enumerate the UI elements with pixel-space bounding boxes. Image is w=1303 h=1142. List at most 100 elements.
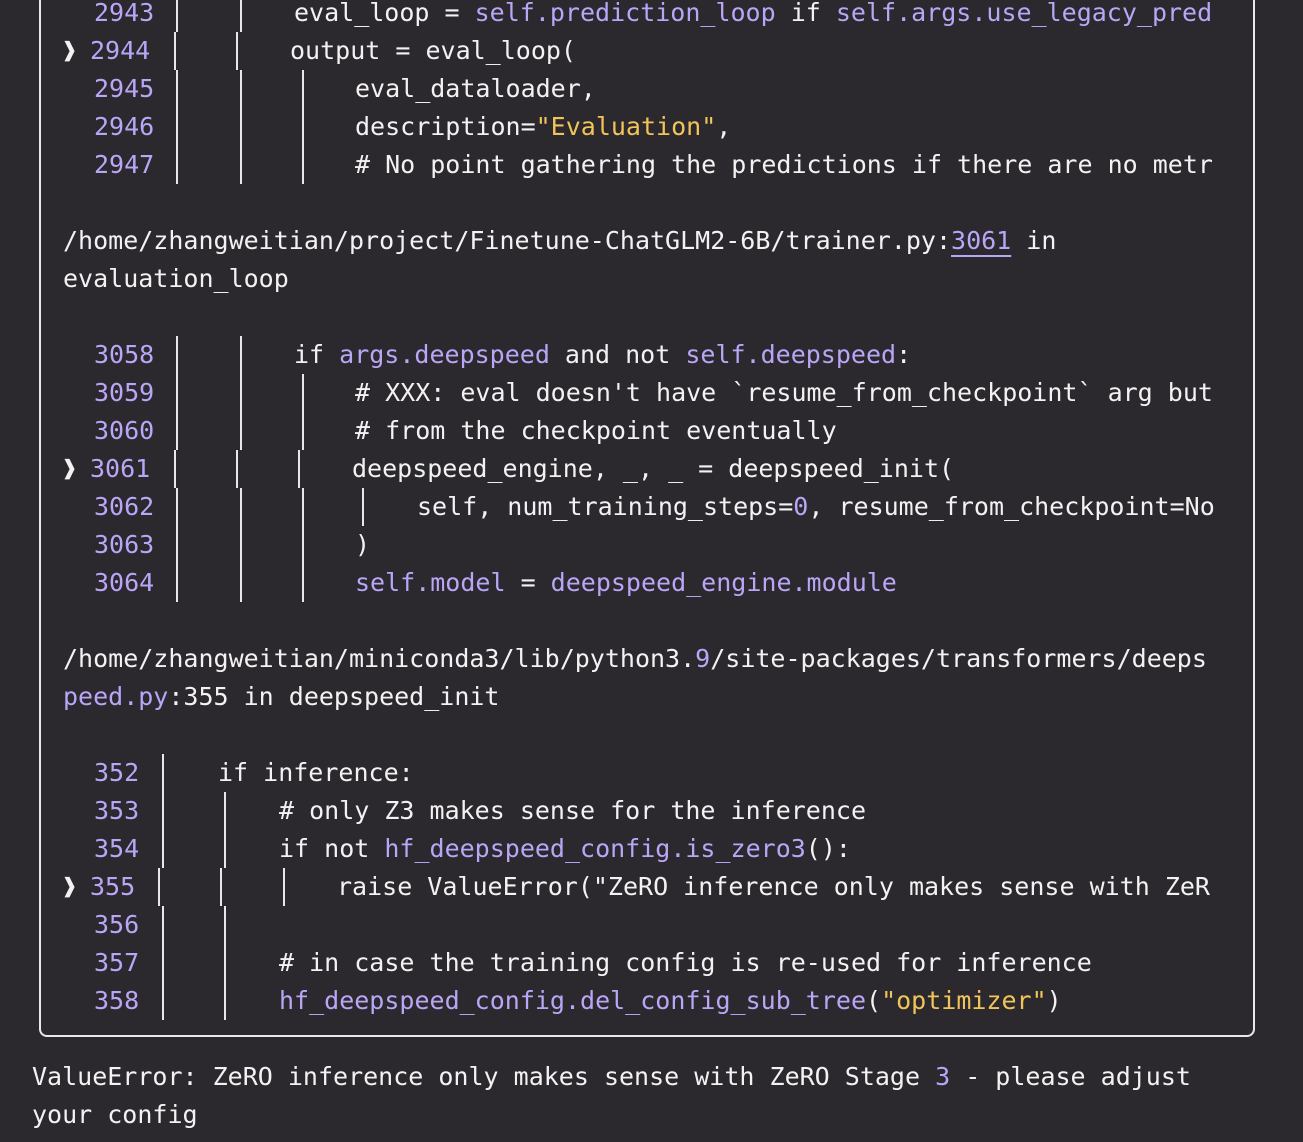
- file-path-version: 9: [695, 644, 711, 673]
- indent-guide: [224, 906, 226, 944]
- code-line: 358 hf_deepspeed_config.del_config_sub_tr…: [0, 982, 1303, 1020]
- indent-guide: [176, 336, 178, 374]
- file-path-text: /home/zhangweitian/miniconda3/lib/python…: [63, 644, 696, 673]
- indent-guide: [240, 146, 242, 184]
- code-token: self, num_training_steps=: [417, 492, 794, 521]
- code-line: 3058 if args.deepspeed and not self.deeps…: [0, 336, 1303, 374]
- code-token: ): [1046, 986, 1062, 1015]
- code-token: self.args.use_legacy_pred: [835, 0, 1213, 27]
- indent-guide: [240, 526, 242, 564]
- code-token: args.deepspeed: [339, 340, 550, 369]
- code-text: # from the checkpoint eventually: [355, 412, 837, 450]
- code-line: 2947 # No point gathering the predictions…: [0, 146, 1303, 184]
- indent-guide: [162, 944, 164, 982]
- line-number: 2946: [94, 112, 155, 141]
- code-line: 3063): [0, 526, 1303, 564]
- code-text: if inference:: [218, 754, 414, 792]
- line-number: 3059: [94, 378, 155, 407]
- indent-guide: [224, 792, 226, 830]
- line-number: 357: [94, 948, 140, 977]
- code-line: ❱ 3061 deepspeed_engine, _, _ = deepspeed_…: [0, 450, 1303, 488]
- indent-guide: [176, 70, 178, 108]
- file-path: /home/zhangweitian/project/Finetune-Chat…: [63, 222, 1056, 260]
- file-path-in: in: [1011, 226, 1057, 255]
- code-text: # No point gathering the predictions if …: [355, 146, 1213, 184]
- code-token: self.model: [355, 568, 506, 597]
- code-text: if args.deepspeed and not self.deepspeed…: [294, 336, 911, 374]
- error-stage-number: 3: [935, 1062, 951, 1091]
- indent-guide: [176, 488, 178, 526]
- line-number: 2945: [94, 74, 155, 103]
- indent-guide: [240, 70, 242, 108]
- indent-guide: [240, 564, 242, 602]
- indent-guide: [236, 450, 238, 488]
- indent-guide: [162, 754, 164, 792]
- indent-guide: [302, 108, 304, 146]
- code-token: if not: [279, 834, 385, 863]
- indent-guide: [302, 70, 304, 108]
- indent-guide: [302, 526, 304, 564]
- code-line: 3060 # from the checkpoint eventually: [0, 412, 1303, 450]
- line-number: 3062: [94, 492, 155, 521]
- file-path-text-end: /site-packages/transformers/deeps: [710, 644, 1207, 673]
- indent-guide: [302, 146, 304, 184]
- indent-guide: [176, 526, 178, 564]
- code-line: 357 # in case the training config is re-u…: [0, 944, 1303, 982]
- code-line: 3064 self.model = deepspeed_engine.module: [0, 564, 1303, 602]
- line-number: 3060: [94, 416, 155, 445]
- code-line: 356: [0, 906, 1303, 944]
- code-token: (: [866, 986, 882, 1015]
- code-line: 2943 eval_loop = self.prediction_loop if …: [0, 0, 1303, 32]
- code-token: # from the checkpoint eventually: [355, 416, 837, 445]
- code-token: raise ValueError("ZeRO inference only ma…: [337, 872, 1210, 901]
- code-text: hf_deepspeed_config.del_config_sub_tree(…: [279, 982, 1062, 1020]
- line-number: 3061: [90, 454, 151, 483]
- indent-guide: [176, 412, 178, 450]
- indent-guide: [236, 32, 238, 70]
- indent-guide: [240, 0, 242, 32]
- code-text: self, num_training_steps=0, resume_from_…: [417, 488, 1215, 526]
- code-line: 2945 eval_dataloader,: [0, 70, 1303, 108]
- file-path: /home/zhangweitian/miniconda3/lib/python…: [63, 640, 1207, 678]
- indent-guide: [176, 564, 178, 602]
- code-text: # only Z3 makes sense for the inference: [279, 792, 866, 830]
- indent-guide: [362, 488, 364, 526]
- indent-guide: [162, 906, 164, 944]
- file-line-number: 3061: [951, 226, 1012, 255]
- code-token: =: [505, 568, 551, 597]
- code-token: # in case the training config is re-used…: [279, 948, 1092, 977]
- code-token: if: [775, 0, 836, 27]
- code-token: hf_deepspeed_config.del_config_sub_tree: [279, 986, 866, 1015]
- indent-guide: [240, 488, 242, 526]
- error-text-end: - please adjust: [950, 1062, 1191, 1091]
- indent-guide: [162, 792, 164, 830]
- line-number: 2943: [94, 0, 155, 27]
- indent-guide: [162, 830, 164, 868]
- code-text: ): [355, 526, 370, 564]
- indent-guide: [302, 374, 304, 412]
- indent-guide: [176, 146, 178, 184]
- line-number: 352: [94, 758, 140, 787]
- code-text: description="Evaluation",: [355, 108, 731, 146]
- code-line: 3062 self, num_training_steps=0, resume_f…: [0, 488, 1303, 526]
- code-token: deepspeed_engine, _, _ = deepspeed_init(: [352, 454, 955, 483]
- code-text: self.model = deepspeed_engine.module: [355, 564, 897, 602]
- indent-guide: [176, 0, 178, 32]
- active-line-marker: ❱: [62, 36, 78, 65]
- indent-guide: [302, 412, 304, 450]
- line-number: 355: [90, 872, 136, 901]
- indent-guide: [162, 982, 164, 1020]
- code-token: # No point gathering the predictions if …: [355, 150, 1213, 179]
- code-text: # in case the training config is re-used…: [279, 944, 1092, 982]
- code-token: # only Z3 makes sense for the inference: [279, 796, 866, 825]
- indent-guide: [176, 108, 178, 146]
- indent-guide: [298, 450, 300, 488]
- indent-guide: [224, 982, 226, 1020]
- code-text: eval_loop = self.prediction_loop if self…: [294, 0, 1212, 32]
- line-number: 354: [94, 834, 140, 863]
- indent-guide: [240, 374, 242, 412]
- indent-guide: [240, 336, 242, 374]
- code-text: deepspeed_engine, _, _ = deepspeed_init(: [352, 450, 954, 488]
- code-text: eval_dataloader,: [355, 70, 596, 108]
- line-number: 353: [94, 796, 140, 825]
